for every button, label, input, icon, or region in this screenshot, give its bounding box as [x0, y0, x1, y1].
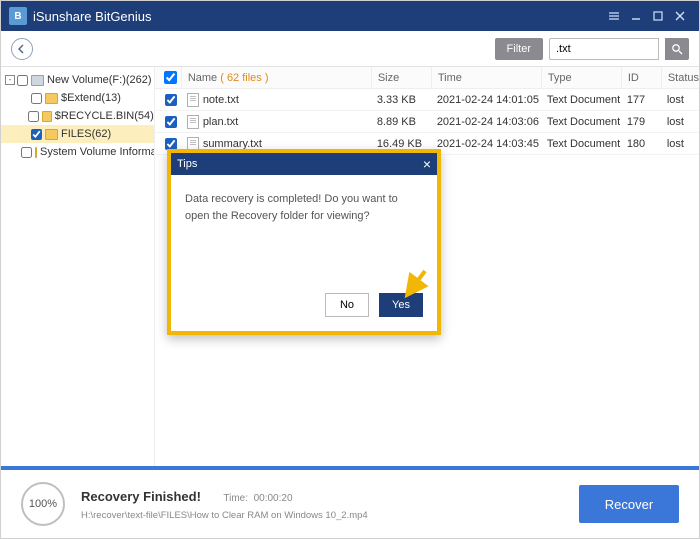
file-status: lost: [661, 138, 699, 150]
folder-icon: [45, 93, 58, 104]
col-id[interactable]: ID: [621, 67, 661, 88]
app-title: iSunshare BitGenius: [33, 9, 603, 24]
file-type: Text Document: [541, 138, 621, 150]
file-id: 177: [621, 94, 661, 106]
dialog-no-button[interactable]: No: [325, 293, 369, 317]
file-icon: [187, 115, 199, 129]
col-size[interactable]: Size: [371, 67, 431, 88]
sidebar-checkbox[interactable]: [17, 75, 28, 86]
tips-dialog: Tips × Data recovery is completed! Do yo…: [167, 149, 441, 335]
back-button[interactable]: [11, 38, 33, 60]
sidebar-item-label: $RECYCLE.BIN(54): [55, 110, 154, 122]
col-status[interactable]: Status: [661, 67, 699, 88]
file-size: 16.49 KB: [371, 138, 431, 150]
table-row[interactable]: note.txt 3.33 KB2021-02-24 14:01:05Text D…: [155, 89, 699, 111]
footer-time-value: 00:00:20: [254, 493, 293, 504]
maximize-icon[interactable]: [647, 5, 669, 27]
sidebar-item[interactable]: System Volume Information(88): [1, 143, 154, 161]
row-checkbox[interactable]: [165, 138, 177, 150]
close-icon[interactable]: [669, 5, 691, 27]
file-name: note.txt: [203, 94, 239, 106]
file-name: plan.txt: [203, 116, 238, 128]
footer-time-label: Time:: [223, 493, 248, 504]
footer: 100% Recovery Finished! Time: 00:00:20 H…: [1, 466, 699, 538]
dialog-message: Data recovery is completed! Do you want …: [171, 175, 437, 285]
file-time: 2021-02-24 14:03:45: [431, 138, 541, 150]
sidebar-checkbox[interactable]: [21, 147, 32, 158]
title-bar: B iSunshare BitGenius: [1, 1, 699, 31]
col-name-count: ( 62 files ): [220, 72, 268, 84]
col-name-label: Name: [188, 72, 217, 84]
search-button[interactable]: [665, 38, 689, 60]
row-checkbox[interactable]: [165, 94, 177, 106]
dialog-titlebar: Tips ×: [171, 153, 437, 175]
sidebar-item-label: New Volume(F:)(262): [47, 74, 152, 86]
file-id: 179: [621, 116, 661, 128]
file-time: 2021-02-24 14:01:05: [431, 94, 541, 106]
select-all-checkbox[interactable]: [164, 71, 177, 84]
sidebar: - New Volume(F:)(262) $Extend(13) $RECYCLE.…: [1, 67, 155, 466]
file-size: 8.89 KB: [371, 116, 431, 128]
sidebar-item[interactable]: - New Volume(F:)(262): [1, 71, 154, 89]
file-type: Text Document: [541, 116, 621, 128]
table-row[interactable]: plan.txt 8.89 KB2021-02-24 14:03:06Text D…: [155, 111, 699, 133]
sidebar-item[interactable]: $Extend(13): [1, 89, 154, 107]
sidebar-item-label: FILES(62): [61, 128, 111, 140]
progress-ring: 100%: [21, 482, 65, 526]
toggle-spacer: [19, 93, 29, 103]
drive-icon: [31, 75, 44, 86]
minimize-icon[interactable]: [625, 5, 647, 27]
col-time[interactable]: Time: [431, 67, 541, 88]
sidebar-checkbox[interactable]: [31, 93, 42, 104]
dialog-title: Tips: [177, 158, 197, 170]
folder-icon: [42, 111, 52, 122]
row-checkbox[interactable]: [165, 116, 177, 128]
footer-heading: Recovery Finished!: [81, 489, 201, 504]
sidebar-item-label: System Volume Information(88): [40, 146, 155, 158]
file-status: lost: [661, 116, 699, 128]
folder-icon: [35, 147, 37, 158]
progress-percent: 100%: [29, 498, 57, 510]
sidebar-item[interactable]: FILES(62): [1, 125, 154, 143]
toolbar: Filter: [1, 31, 699, 67]
search-input[interactable]: [549, 38, 659, 60]
file-status: lost: [661, 94, 699, 106]
toggle-spacer: [19, 129, 29, 139]
dialog-yes-button[interactable]: Yes: [379, 293, 423, 317]
file-time: 2021-02-24 14:03:06: [431, 116, 541, 128]
filter-button[interactable]: Filter: [495, 38, 543, 60]
footer-path: H:\recover\text-file\FILES\How to Clear …: [81, 510, 563, 521]
recover-button[interactable]: Recover: [579, 485, 679, 523]
file-icon: [187, 93, 199, 107]
file-name: summary.txt: [203, 138, 262, 150]
file-id: 180: [621, 138, 661, 150]
folder-icon: [45, 129, 58, 140]
sidebar-item[interactable]: $RECYCLE.BIN(54): [1, 107, 154, 125]
grid-header: Name ( 62 files ) Size Time Type ID Stat…: [155, 67, 699, 89]
col-name[interactable]: Name ( 62 files ): [181, 67, 371, 88]
col-type[interactable]: Type: [541, 67, 621, 88]
collapse-icon[interactable]: -: [5, 75, 15, 85]
sidebar-checkbox[interactable]: [28, 111, 39, 122]
sidebar-item-label: $Extend(13): [61, 92, 121, 104]
app-logo-icon: B: [9, 7, 27, 25]
toggle-spacer: [19, 111, 26, 121]
sidebar-checkbox[interactable]: [31, 129, 42, 140]
menu-icon[interactable]: [603, 5, 625, 27]
dialog-close-icon[interactable]: ×: [423, 156, 431, 172]
file-type: Text Document: [541, 94, 621, 106]
file-size: 3.33 KB: [371, 94, 431, 106]
